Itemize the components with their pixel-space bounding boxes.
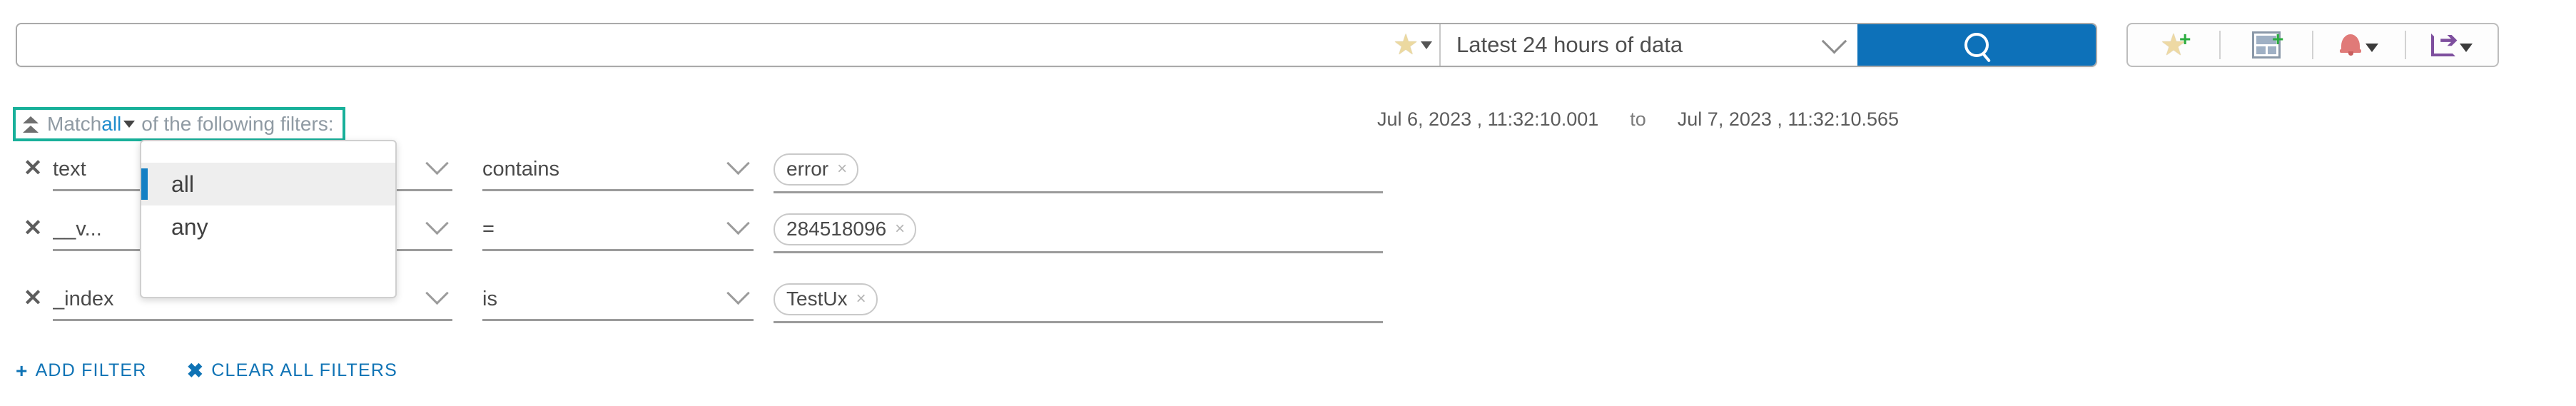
match-prefix-label: Match: [47, 113, 102, 135]
dropdown-option-all[interactable]: all: [141, 163, 395, 205]
match-suffix-label: of the following filters:: [141, 113, 334, 135]
right-icon-toolbar: ★ + + ➔: [2126, 23, 2499, 67]
filter-value-input[interactable]: error ×: [774, 150, 1383, 193]
alert-button[interactable]: [2313, 24, 2405, 66]
chevron-down-icon: [726, 281, 750, 305]
remove-value-icon[interactable]: ×: [856, 289, 866, 309]
search-group: ★ Latest 24 hours of data: [16, 23, 2097, 67]
time-range-label: Latest 24 hours of data: [1456, 32, 1683, 57]
remove-filter-button[interactable]: ✕: [13, 280, 53, 315]
remove-value-icon[interactable]: ×: [837, 159, 847, 179]
saved-search-star-button[interactable]: ★: [1393, 31, 1432, 59]
top-search-bar: ★ Latest 24 hours of data ★ + + ➔: [0, 0, 2576, 93]
filter-match-header: Match all of the following filters:: [13, 107, 345, 141]
time-range-to-label: to: [1630, 108, 1646, 130]
filter-value-chip[interactable]: 284518096 ×: [774, 213, 917, 245]
search-input[interactable]: [17, 24, 1439, 66]
chevron-down-icon: [1421, 41, 1432, 49]
add-to-dashboard-button[interactable]: +: [2221, 24, 2312, 66]
dropdown-option-any[interactable]: any: [141, 205, 395, 248]
filter-value-chip[interactable]: TestUx ×: [774, 283, 878, 315]
chevron-down-icon: [425, 211, 449, 235]
remove-value-icon[interactable]: ×: [895, 219, 905, 239]
match-type-dropdown-trigger[interactable]: all: [101, 113, 121, 136]
filter-operator-label: contains: [482, 158, 560, 181]
share-icon: ➔: [2431, 30, 2458, 56]
filter-actions: + ADD FILTER ✖ CLEAR ALL FILTERS: [16, 360, 397, 381]
dropdown-option-label: any: [171, 213, 208, 240]
chevron-down-icon: [2365, 44, 2378, 52]
filter-value-label: error: [786, 157, 829, 180]
time-range-to: Jul 7, 2023 , 11:32:10.565: [1677, 108, 1900, 130]
filter-operator-select[interactable]: is: [482, 280, 754, 321]
chevron-down-icon: [123, 121, 136, 128]
add-filter-button[interactable]: + ADD FILTER: [16, 360, 147, 381]
filter-operator-label: is: [482, 288, 497, 310]
search-button[interactable]: [1857, 24, 2096, 66]
filter-operator-select[interactable]: contains: [482, 150, 754, 191]
time-range-display: Jul 6, 2023 , 11:32:10.001 to Jul 7, 202…: [1377, 108, 1899, 131]
time-range-from: Jul 6, 2023 , 11:32:10.001: [1377, 108, 1599, 130]
search-input-wrapper: ★: [17, 24, 1439, 66]
add-to-favorites-button[interactable]: ★ +: [2128, 24, 2219, 66]
collapse-toggle-icon[interactable]: [23, 116, 39, 133]
plus-icon: +: [16, 359, 29, 382]
match-sentence: Match all of the following filters:: [47, 113, 334, 136]
filter-value-input[interactable]: 284518096 ×: [774, 210, 1383, 253]
chevron-down-icon: [2460, 44, 2473, 52]
share-export-button[interactable]: ➔: [2406, 24, 2498, 66]
filter-value-input[interactable]: TestUx ×: [774, 280, 1383, 323]
filter-value-label: 284518096: [786, 217, 887, 240]
plus-icon: +: [2272, 28, 2284, 50]
search-icon: [1964, 33, 1989, 57]
filter-operator-label: =: [482, 218, 495, 240]
chevron-down-icon: [425, 151, 449, 176]
clear-all-filters-button[interactable]: ✖ CLEAR ALL FILTERS: [187, 360, 397, 381]
remove-filter-button[interactable]: ✕: [13, 210, 53, 245]
remove-filter-button[interactable]: ✕: [13, 150, 53, 186]
close-icon: ✖: [186, 359, 205, 382]
time-range-selector[interactable]: Latest 24 hours of data: [1439, 24, 1857, 66]
star-icon: ★: [1393, 29, 1419, 61]
chevron-down-icon: [1821, 28, 1847, 54]
chevron-down-icon: [726, 151, 750, 176]
add-filter-label: ADD FILTER: [35, 360, 147, 380]
chevron-down-icon: [726, 211, 750, 235]
filter-value-chip[interactable]: error ×: [774, 153, 859, 186]
chevron-down-icon: [425, 281, 449, 305]
dropdown-option-label: all: [171, 171, 195, 197]
clear-all-filters-label: CLEAR ALL FILTERS: [211, 360, 398, 380]
filter-value-label: TestUx: [786, 287, 848, 310]
filter-operator-select[interactable]: =: [482, 210, 754, 251]
bell-icon: [2340, 34, 2361, 56]
match-type-dropdown: all any: [140, 140, 397, 298]
plus-icon: +: [2179, 28, 2191, 50]
